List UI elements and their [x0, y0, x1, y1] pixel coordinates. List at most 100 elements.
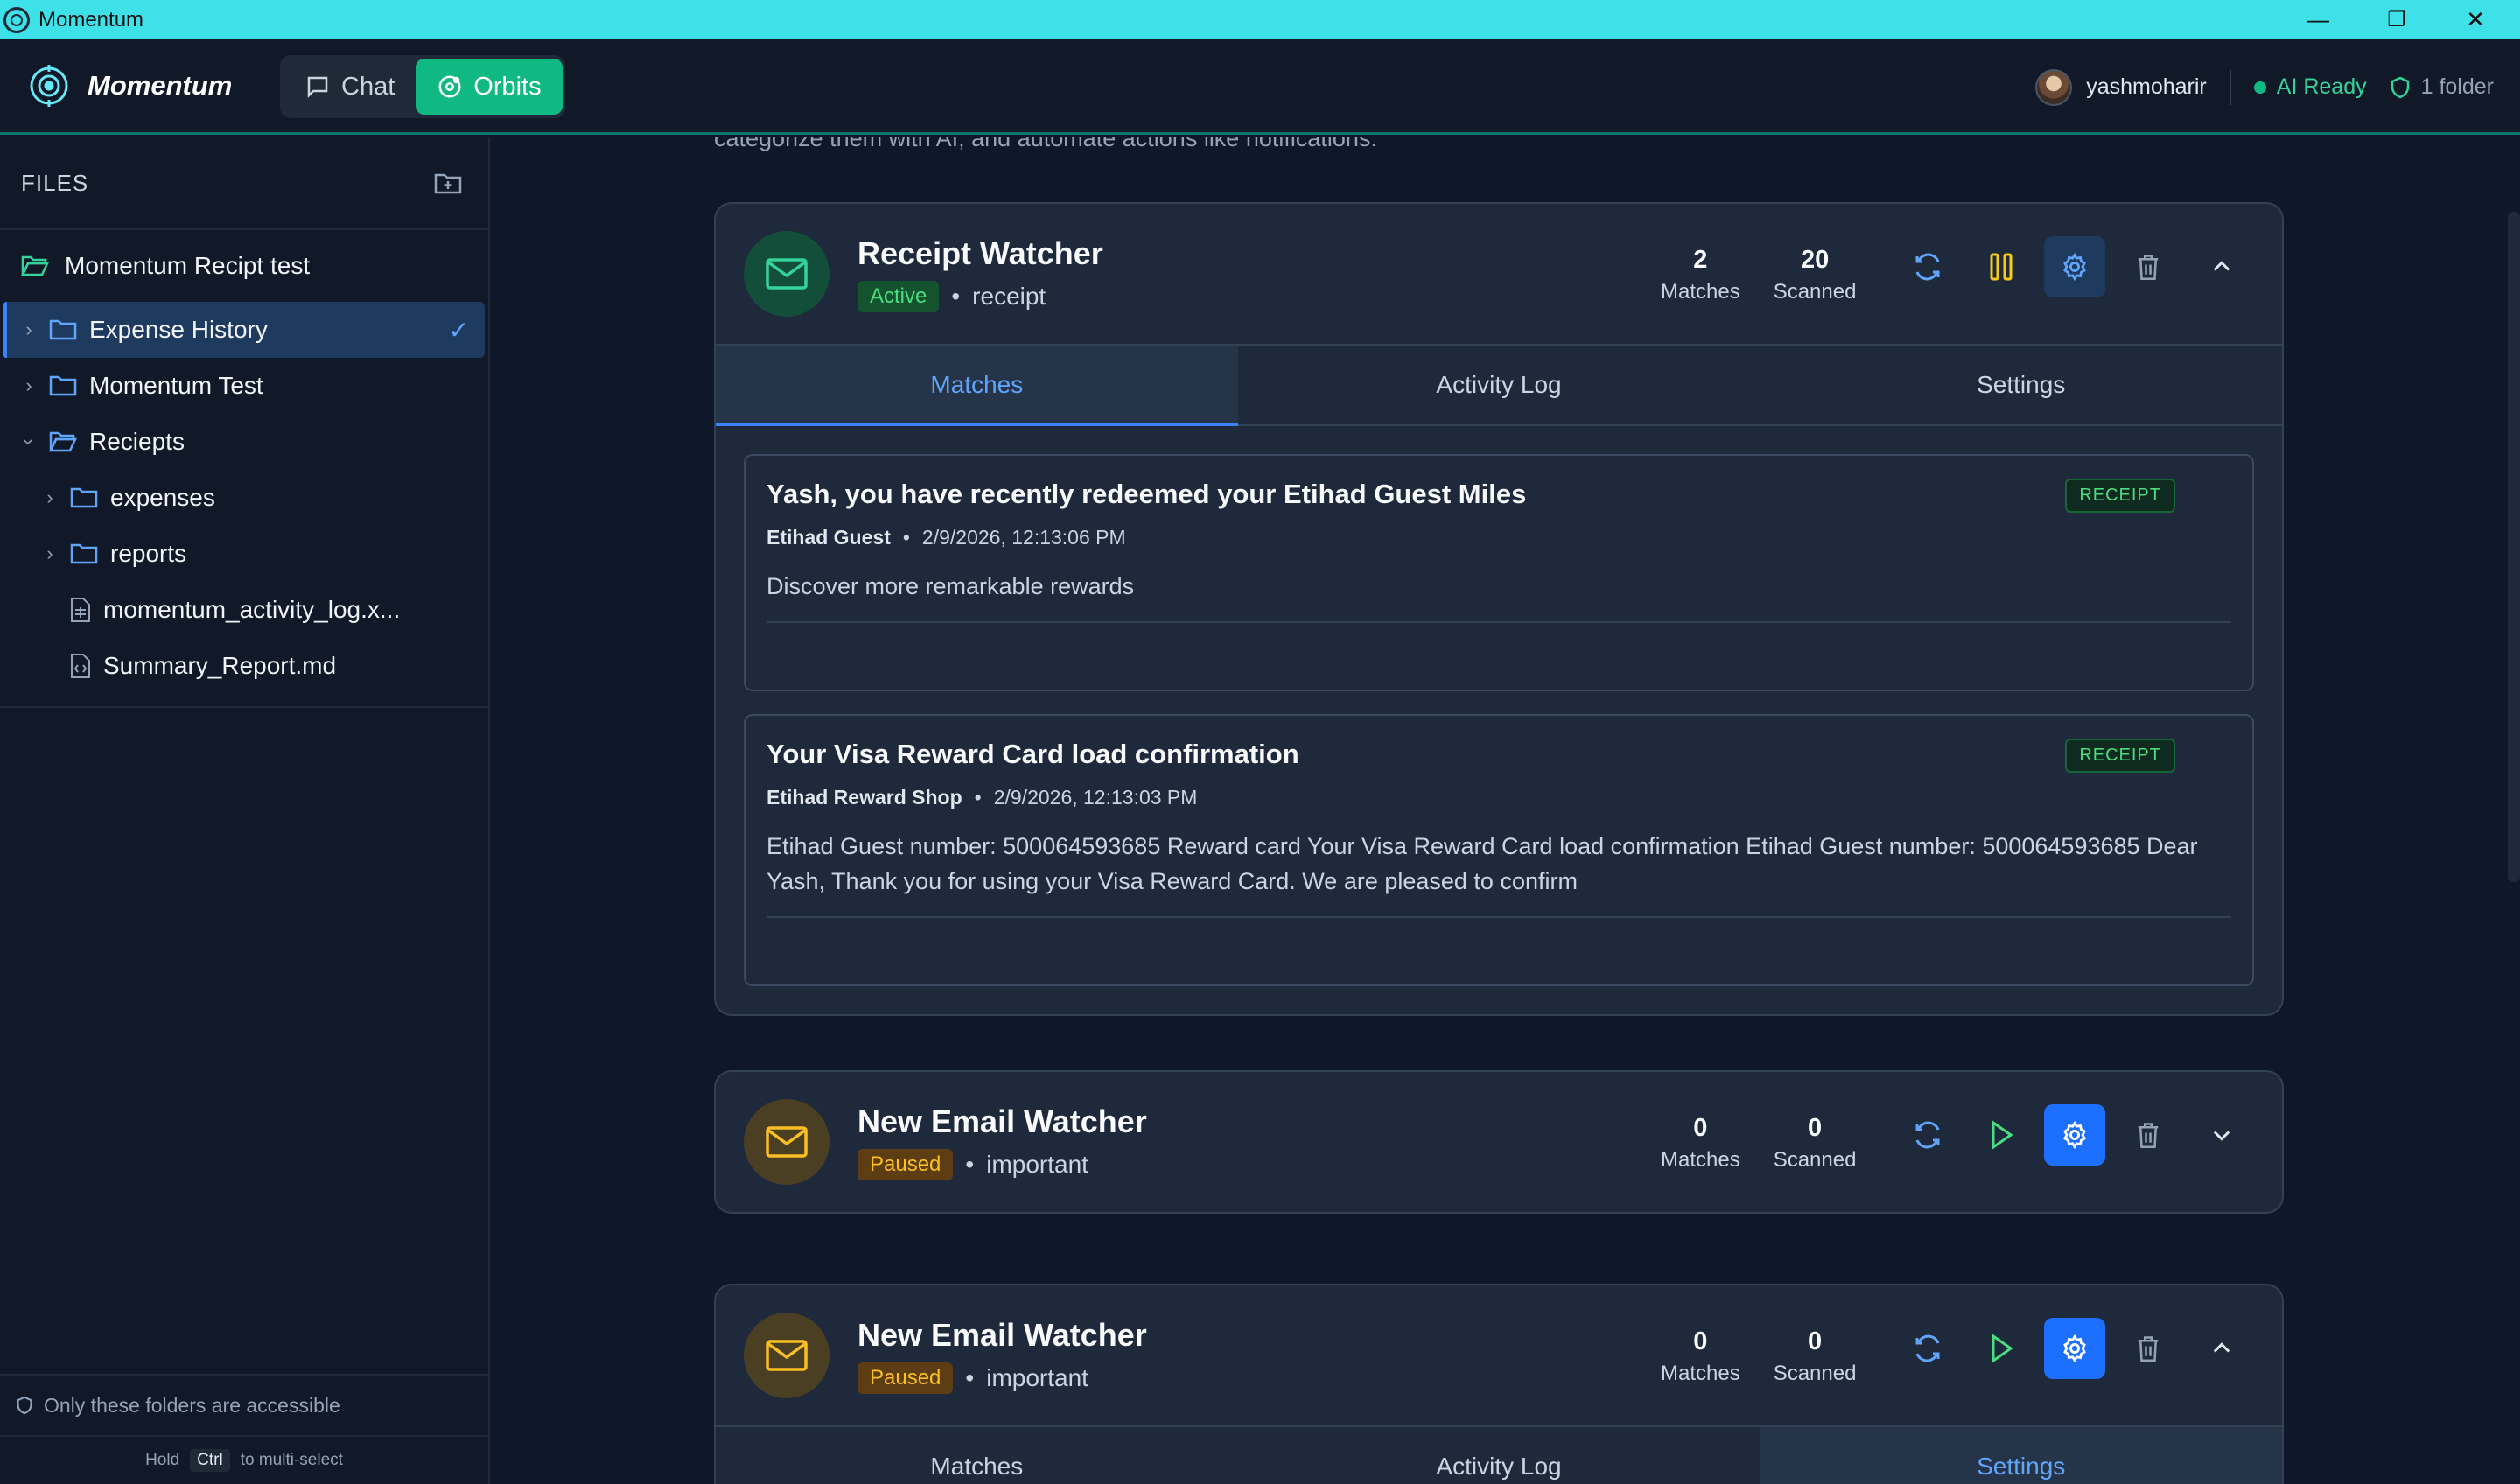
match-date: 2/9/2026, 12:13:06 PM: [921, 526, 1126, 549]
tab-settings[interactable]: Settings: [1760, 1427, 2282, 1484]
refresh-icon: [1915, 1121, 1940, 1149]
status-badge: Paused: [858, 1362, 954, 1394]
play-button[interactable]: [1970, 1104, 2032, 1166]
orbit-keyword: important: [986, 1151, 1088, 1178]
access-note: Only these folders are accessible: [0, 1374, 488, 1435]
window-title: Momentum: [38, 7, 144, 32]
match-date: 2/9/2026, 12:13:03 PM: [993, 786, 1198, 808]
play-button[interactable]: [1970, 1318, 2032, 1379]
delete-button[interactable]: [2118, 236, 2179, 298]
tree-item-expense-history[interactable]: › Expense History ✓: [4, 302, 485, 358]
refresh-button[interactable]: [1897, 1318, 1958, 1379]
tree-item-label: Expense History: [89, 316, 268, 343]
bullet: •: [902, 526, 910, 549]
match-item[interactable]: Your Visa Reward Card load confirmation …: [744, 714, 2254, 986]
chevron-right-icon: ›: [46, 486, 53, 508]
header-status: yashmoharir AI Ready 1 folder: [2035, 39, 2494, 135]
chevron-up-icon: [2213, 261, 2230, 271]
scrollbar[interactable]: [2508, 212, 2520, 882]
delete-button[interactable]: [2118, 1104, 2179, 1166]
tab-matches[interactable]: Matches: [716, 346, 1238, 426]
play-icon: [1992, 1334, 2013, 1363]
matches-count: 0: [1693, 1327, 1708, 1355]
orbits-icon: [438, 75, 461, 98]
nav-orbits-button[interactable]: Orbits: [416, 59, 563, 115]
ai-status: AI Ready: [2253, 74, 2367, 100]
orbit-stats: 0 Matches 0 Scanned: [1661, 1114, 1856, 1172]
expand-button[interactable]: [2191, 1104, 2252, 1166]
tree-item-summary-report[interactable]: Summary_Report.md: [0, 638, 488, 694]
orbit-keyword: important: [986, 1364, 1088, 1391]
trash-icon: [2138, 255, 2159, 280]
category-tag: RECEIPT: [2065, 479, 2175, 513]
divider: [2229, 69, 2231, 105]
nav-orbits-label: Orbits: [473, 72, 542, 101]
configure-button[interactable]: [2044, 1104, 2105, 1166]
shield-icon: [17, 1396, 32, 1415]
chevron-down-icon: ›: [18, 438, 40, 445]
tree-item-expenses[interactable]: › expenses: [0, 470, 488, 526]
matches-label: Matches: [1661, 1148, 1740, 1172]
matches-label: Matches: [1661, 280, 1740, 304]
tab-matches[interactable]: Matches: [716, 1427, 1238, 1484]
orbit-card: Receipt Watcher Active • receipt 2 Matche…: [714, 202, 2284, 1016]
user-menu[interactable]: yashmoharir: [2035, 68, 2207, 106]
bullet: •: [951, 283, 961, 310]
file-tree: Momentum Recipt test › Expense History ✓…: [0, 230, 488, 708]
window-titlebar: Momentum — ❐ ✕: [0, 0, 2520, 39]
nav-chat-button[interactable]: Chat: [284, 59, 416, 115]
root-folder[interactable]: Momentum Recipt test: [0, 239, 488, 293]
scanned-label: Scanned: [1773, 280, 1857, 304]
bullet: •: [965, 1364, 975, 1391]
root-folder-label: Momentum Recipt test: [65, 252, 311, 279]
orbit-keyword: receipt: [972, 283, 1046, 310]
tab-activity-log[interactable]: Activity Log: [1238, 1427, 1760, 1484]
tree-item-activity-log-file[interactable]: momentum_activity_log.x...: [0, 582, 488, 638]
category-tag: RECEIPT: [2065, 738, 2175, 773]
chevron-up-icon: [2213, 1342, 2230, 1353]
folder-count-label: 1 folder: [2420, 74, 2494, 99]
delete-button[interactable]: [2118, 1318, 2179, 1379]
tree-item-reports[interactable]: › reports: [0, 526, 488, 582]
sidebar-header: FILES: [0, 137, 488, 230]
status-badge: Paused: [858, 1149, 954, 1180]
minimize-button[interactable]: —: [2278, 0, 2357, 39]
mail-icon: [744, 231, 830, 317]
match-title: Your Visa Reward Card load confirmation: [766, 738, 1299, 769]
orbit-actions: [1897, 1318, 2252, 1379]
match-snippet: Discover more remarkable rewards: [766, 569, 2231, 623]
chevron-right-icon: ›: [46, 542, 53, 564]
tab-activity-log[interactable]: Activity Log: [1238, 346, 1760, 424]
add-folder-icon[interactable]: [434, 171, 462, 195]
match-item[interactable]: Yash, you have recently redeemed your Et…: [744, 454, 2254, 691]
collapse-button[interactable]: [2191, 1318, 2252, 1379]
refresh-button[interactable]: [1897, 1104, 1958, 1166]
folder-open-icon: [21, 256, 49, 276]
folder-count: 1 folder: [2390, 74, 2494, 100]
folder-icon: [70, 542, 98, 565]
restore-button[interactable]: ❐: [2357, 0, 2436, 39]
tree-item-reciepts[interactable]: › Reciepts: [0, 414, 488, 470]
configure-button[interactable]: [2044, 1318, 2105, 1379]
tab-settings[interactable]: Settings: [1760, 346, 2282, 424]
tree-item-momentum-test[interactable]: › Momentum Test: [0, 358, 488, 414]
scanned-label: Scanned: [1773, 1148, 1857, 1172]
configure-button[interactable]: [2044, 236, 2105, 298]
collapse-button[interactable]: [2191, 236, 2252, 298]
files-sidebar: FILES Momentum Recipt test › Expense His…: [0, 137, 490, 1484]
status-badge: Active: [858, 281, 940, 312]
scanned-count: 0: [1808, 1114, 1823, 1142]
tree-item-label: momentum_activity_log.x...: [103, 596, 401, 623]
orbit-actions: [1897, 236, 2252, 298]
orbit-name: Receipt Watcher: [858, 235, 1103, 271]
bullet: •: [974, 786, 982, 808]
hint-suffix: to multi-select: [240, 1451, 343, 1469]
pause-button[interactable]: [1970, 236, 2032, 298]
shield-icon: [2390, 76, 2409, 98]
gear-icon: [2063, 1334, 2086, 1363]
ctrl-key-badge: Ctrl: [190, 1449, 230, 1472]
orbit-card: New Email Watcher Paused • important 0 Ma…: [714, 1070, 2284, 1214]
scanned-count: 20: [1800, 246, 1830, 274]
close-button[interactable]: ✕: [2436, 0, 2515, 39]
refresh-button[interactable]: [1897, 236, 1958, 298]
